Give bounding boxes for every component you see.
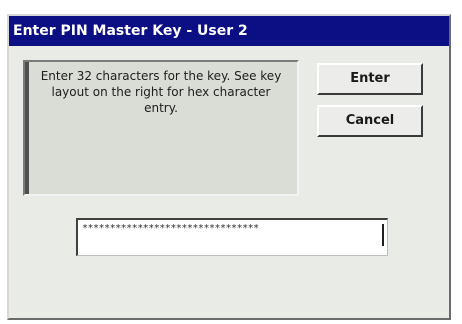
enter-button[interactable]: Enter	[317, 63, 423, 95]
pin-key-input[interactable]: ********************************	[76, 218, 388, 256]
pin-dialog: Enter PIN Master Key - User 2 Enter 32 c…	[7, 14, 451, 320]
pin-key-value: ********************************	[82, 223, 259, 234]
text-caret	[382, 224, 384, 246]
cancel-button[interactable]: Cancel	[317, 105, 423, 137]
dialog-title: Enter PIN Master Key - User 2	[9, 16, 449, 46]
instruction-panel: Enter 32 characters for the key. See key…	[23, 60, 299, 196]
instruction-text: Enter 32 characters for the key. See key…	[40, 69, 282, 115]
